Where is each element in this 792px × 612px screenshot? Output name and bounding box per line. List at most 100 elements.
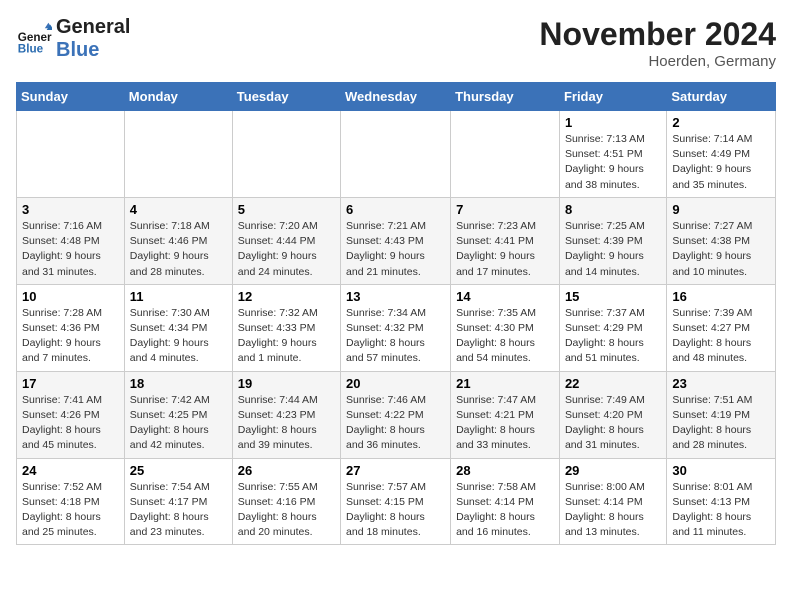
calendar-cell: 4 Sunrise: 7:18 AM Sunset: 4:46 PM Daylig…	[124, 197, 232, 284]
day-info: Sunrise: 7:13 AM Sunset: 4:51 PM Dayligh…	[565, 132, 661, 193]
day-info: Sunrise: 7:54 AM Sunset: 4:17 PM Dayligh…	[130, 480, 227, 541]
calendar-cell: 10 Sunrise: 7:28 AM Sunset: 4:36 PM Dayli…	[17, 284, 125, 371]
calendar-cell	[124, 111, 232, 198]
day-info: Sunrise: 7:49 AM Sunset: 4:20 PM Dayligh…	[565, 393, 661, 454]
logo-icon: General Blue	[16, 21, 52, 57]
day-info: Sunrise: 7:46 AM Sunset: 4:22 PM Dayligh…	[346, 393, 445, 454]
calendar-cell: 7 Sunrise: 7:23 AM Sunset: 4:41 PM Daylig…	[451, 197, 560, 284]
month-title: November 2024	[539, 16, 776, 53]
calendar-cell: 8Sunrise: 7:25 AM Sunset: 4:39 PM Daylig…	[559, 197, 666, 284]
week-row-5: 24Sunrise: 7:52 AM Sunset: 4:18 PM Dayli…	[17, 458, 776, 545]
day-info: Sunrise: 7:18 AM Sunset: 4:46 PM Dayligh…	[130, 219, 227, 280]
day-info: Sunrise: 7:42 AM Sunset: 4:25 PM Dayligh…	[130, 393, 227, 454]
calendar-body: 1Sunrise: 7:13 AM Sunset: 4:51 PM Daylig…	[17, 111, 776, 545]
day-number: 6	[346, 202, 445, 217]
calendar-cell: 23Sunrise: 7:51 AM Sunset: 4:19 PM Dayli…	[667, 371, 776, 458]
day-number: 3	[22, 202, 119, 217]
day-number: 18	[130, 376, 227, 391]
page-header: General Blue General Blue November 2024 …	[16, 16, 776, 70]
day-info: Sunrise: 7:25 AM Sunset: 4:39 PM Dayligh…	[565, 219, 661, 280]
calendar-cell: 25 Sunrise: 7:54 AM Sunset: 4:17 PM Dayli…	[124, 458, 232, 545]
day-info: Sunrise: 7:47 AM Sunset: 4:21 PM Dayligh…	[456, 393, 554, 454]
day-number: 17	[22, 376, 119, 391]
day-number: 7	[456, 202, 554, 217]
day-number: 25	[130, 463, 227, 478]
day-number: 10	[22, 289, 119, 304]
day-info: Sunrise: 7:32 AM Sunset: 4:33 PM Dayligh…	[238, 306, 335, 367]
calendar-cell: 16 Sunrise: 7:39 AM Sunset: 4:27 PM Dayli…	[667, 284, 776, 371]
day-number: 27	[346, 463, 445, 478]
day-info: Sunrise: 7:20 AM Sunset: 4:44 PM Dayligh…	[238, 219, 335, 280]
day-info: Sunrise: 7:14 AM Sunset: 4:49 PM Dayligh…	[672, 132, 770, 193]
calendar-cell: 22 Sunrise: 7:49 AM Sunset: 4:20 PM Dayli…	[559, 371, 666, 458]
week-row-4: 17 Sunrise: 7:41 AM Sunset: 4:26 PM Dayli…	[17, 371, 776, 458]
calendar-cell	[341, 111, 451, 198]
calendar-cell: 3 Sunrise: 7:16 AM Sunset: 4:48 PM Daylig…	[17, 197, 125, 284]
logo-blue: Blue	[56, 39, 130, 62]
day-number: 15	[565, 289, 661, 304]
day-info: Sunrise: 8:00 AM Sunset: 4:14 PM Dayligh…	[565, 480, 661, 541]
day-info: Sunrise: 7:39 AM Sunset: 4:27 PM Dayligh…	[672, 306, 770, 367]
day-info: Sunrise: 7:34 AM Sunset: 4:32 PM Dayligh…	[346, 306, 445, 367]
day-number: 9	[672, 202, 770, 217]
day-number: 11	[130, 289, 227, 304]
day-info: Sunrise: 7:41 AM Sunset: 4:26 PM Dayligh…	[22, 393, 119, 454]
calendar-cell: 1Sunrise: 7:13 AM Sunset: 4:51 PM Daylig…	[559, 111, 666, 198]
day-info: Sunrise: 7:30 AM Sunset: 4:34 PM Dayligh…	[130, 306, 227, 367]
day-number: 28	[456, 463, 554, 478]
day-number: 26	[238, 463, 335, 478]
day-number: 21	[456, 376, 554, 391]
week-row-2: 3 Sunrise: 7:16 AM Sunset: 4:48 PM Daylig…	[17, 197, 776, 284]
day-number: 16	[672, 289, 770, 304]
calendar-cell: 12 Sunrise: 7:32 AM Sunset: 4:33 PM Dayli…	[232, 284, 340, 371]
day-number: 13	[346, 289, 445, 304]
calendar-cell: 2Sunrise: 7:14 AM Sunset: 4:49 PM Daylig…	[667, 111, 776, 198]
day-number: 14	[456, 289, 554, 304]
day-number: 20	[346, 376, 445, 391]
calendar-cell: 15 Sunrise: 7:37 AM Sunset: 4:29 PM Dayli…	[559, 284, 666, 371]
day-info: Sunrise: 7:37 AM Sunset: 4:29 PM Dayligh…	[565, 306, 661, 367]
calendar-cell	[451, 111, 560, 198]
calendar-cell: 13 Sunrise: 7:34 AM Sunset: 4:32 PM Dayli…	[341, 284, 451, 371]
calendar-cell: 17 Sunrise: 7:41 AM Sunset: 4:26 PM Dayli…	[17, 371, 125, 458]
calendar-cell: 11 Sunrise: 7:30 AM Sunset: 4:34 PM Dayli…	[124, 284, 232, 371]
calendar-cell: 18 Sunrise: 7:42 AM Sunset: 4:25 PM Dayli…	[124, 371, 232, 458]
calendar-cell	[17, 111, 125, 198]
calendar-cell: 9 Sunrise: 7:27 AM Sunset: 4:38 PM Daylig…	[667, 197, 776, 284]
day-info: Sunrise: 8:01 AM Sunset: 4:13 PM Dayligh…	[672, 480, 770, 541]
calendar-cell: 6 Sunrise: 7:21 AM Sunset: 4:43 PM Daylig…	[341, 197, 451, 284]
calendar-cell: 26 Sunrise: 7:55 AM Sunset: 4:16 PM Dayli…	[232, 458, 340, 545]
day-info: Sunrise: 7:27 AM Sunset: 4:38 PM Dayligh…	[672, 219, 770, 280]
day-info: Sunrise: 7:28 AM Sunset: 4:36 PM Dayligh…	[22, 306, 119, 367]
day-info: Sunrise: 7:55 AM Sunset: 4:16 PM Dayligh…	[238, 480, 335, 541]
logo-general: General	[56, 16, 130, 39]
day-info: Sunrise: 7:52 AM Sunset: 4:18 PM Dayligh…	[22, 480, 119, 541]
title-block: November 2024 Hoerden, Germany	[539, 16, 776, 70]
day-info: Sunrise: 7:44 AM Sunset: 4:23 PM Dayligh…	[238, 393, 335, 454]
calendar-cell: 20 Sunrise: 7:46 AM Sunset: 4:22 PM Dayli…	[341, 371, 451, 458]
day-info: Sunrise: 7:16 AM Sunset: 4:48 PM Dayligh…	[22, 219, 119, 280]
calendar-cell: 21 Sunrise: 7:47 AM Sunset: 4:21 PM Dayli…	[451, 371, 560, 458]
location: Hoerden, Germany	[539, 53, 776, 70]
weekday-header-thursday: Thursday	[451, 83, 560, 111]
week-row-1: 1Sunrise: 7:13 AM Sunset: 4:51 PM Daylig…	[17, 111, 776, 198]
week-row-3: 10 Sunrise: 7:28 AM Sunset: 4:36 PM Dayli…	[17, 284, 776, 371]
calendar-cell: 19Sunrise: 7:44 AM Sunset: 4:23 PM Dayli…	[232, 371, 340, 458]
weekday-header-sunday: Sunday	[17, 83, 125, 111]
calendar-cell: 5 Sunrise: 7:20 AM Sunset: 4:44 PM Daylig…	[232, 197, 340, 284]
day-number: 5	[238, 202, 335, 217]
weekday-header-saturday: Saturday	[667, 83, 776, 111]
day-info: Sunrise: 7:21 AM Sunset: 4:43 PM Dayligh…	[346, 219, 445, 280]
calendar-cell	[232, 111, 340, 198]
weekday-header-monday: Monday	[124, 83, 232, 111]
day-number: 22	[565, 376, 661, 391]
calendar-cell: 24Sunrise: 7:52 AM Sunset: 4:18 PM Dayli…	[17, 458, 125, 545]
day-number: 12	[238, 289, 335, 304]
day-number: 4	[130, 202, 227, 217]
day-info: Sunrise: 7:23 AM Sunset: 4:41 PM Dayligh…	[456, 219, 554, 280]
calendar-table: SundayMondayTuesdayWednesdayThursdayFrid…	[16, 82, 776, 545]
weekday-header-tuesday: Tuesday	[232, 83, 340, 111]
calendar-cell: 14Sunrise: 7:35 AM Sunset: 4:30 PM Dayli…	[451, 284, 560, 371]
weekday-header-friday: Friday	[559, 83, 666, 111]
calendar-cell: 30Sunrise: 8:01 AM Sunset: 4:13 PM Dayli…	[667, 458, 776, 545]
